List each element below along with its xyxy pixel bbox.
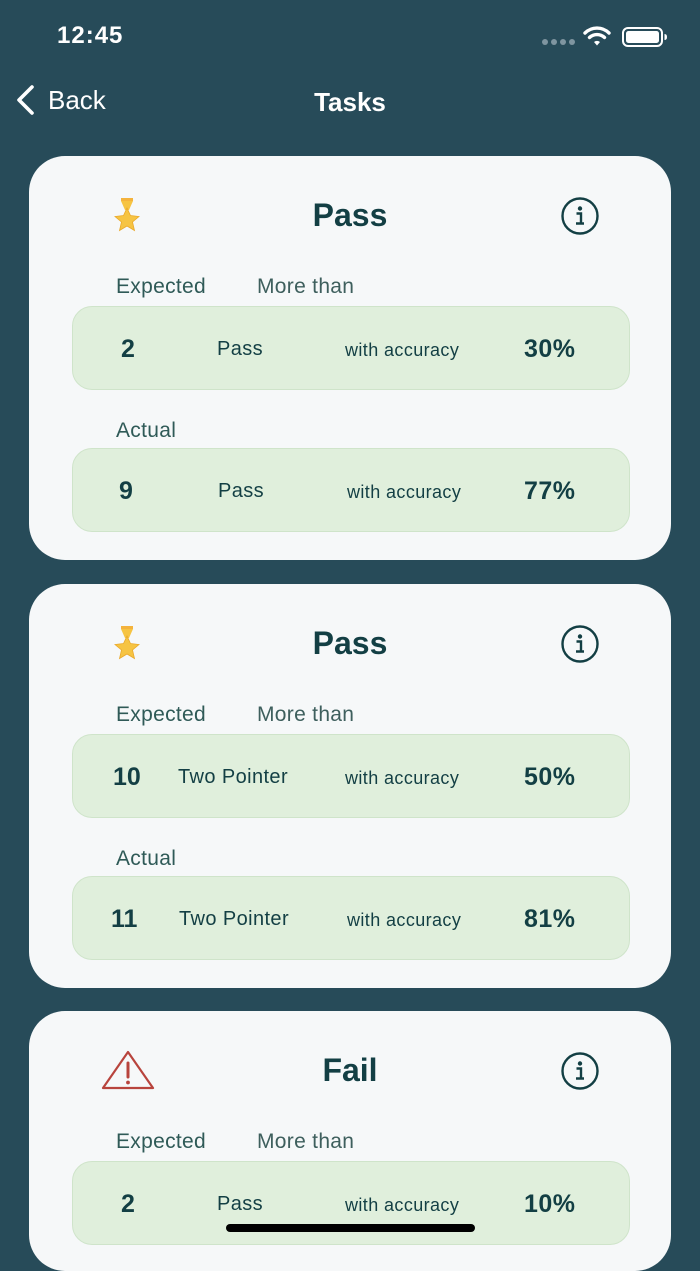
- expected-row: 10 Two Pointer with accuracy 50%: [72, 734, 630, 818]
- status-time: 12:45: [57, 22, 124, 49]
- expected-accuracy-label: with accuracy: [345, 340, 460, 360]
- wifi-icon: [583, 26, 611, 46]
- status-bar: 12:45: [0, 0, 700, 72]
- actual-row: 9 Pass with accuracy 77%: [72, 448, 630, 532]
- task-card: Pass Expected More than 2 Pass with accu…: [29, 156, 671, 560]
- actual-task: Pass: [218, 480, 265, 502]
- battery-icon: [622, 27, 667, 47]
- expected-count: 2: [121, 1190, 135, 1218]
- expected-count: 2: [121, 335, 135, 363]
- expected-label: Expected: [116, 703, 206, 726]
- actual-accuracy-label: with accuracy: [347, 482, 462, 502]
- expected-row: 2 Pass with accuracy 10%: [72, 1161, 630, 1245]
- expected-task: Two Pointer: [178, 766, 289, 788]
- actual-label: Actual: [116, 419, 177, 442]
- info-icon[interactable]: [560, 1051, 600, 1091]
- expected-row: 2 Pass with accuracy 30%: [72, 306, 630, 390]
- expected-label: Expected: [116, 275, 206, 298]
- expected-accuracy: 10%: [524, 1190, 576, 1218]
- expected-accuracy: 30%: [524, 335, 576, 363]
- actual-count: 11: [111, 905, 138, 933]
- expected-accuracy-label: with accuracy: [345, 768, 460, 788]
- info-icon[interactable]: [560, 624, 600, 664]
- actual-accuracy-label: with accuracy: [347, 910, 462, 930]
- cellular-signal-icon: [542, 39, 575, 45]
- expected-label: Expected: [116, 1130, 206, 1153]
- info-icon[interactable]: [560, 196, 600, 236]
- actual-count: 9: [119, 477, 133, 505]
- condition-label: More than: [257, 703, 355, 726]
- expected-count: 10: [113, 763, 141, 791]
- condition-label: More than: [257, 1130, 355, 1153]
- nav-bar: Back Tasks: [0, 72, 700, 132]
- actual-label: Actual: [116, 847, 177, 870]
- task-card: Pass Expected More than 10 Two Pointer w…: [29, 584, 671, 988]
- expected-task: Pass: [217, 1193, 264, 1215]
- expected-accuracy-label: with accuracy: [345, 1195, 460, 1215]
- actual-accuracy: 81%: [524, 905, 576, 933]
- expected-task: Pass: [217, 338, 264, 360]
- actual-accuracy: 77%: [524, 477, 576, 505]
- page-title: Tasks: [314, 87, 386, 117]
- actual-row: 11 Two Pointer with accuracy 81%: [72, 876, 630, 960]
- condition-label: More than: [257, 275, 355, 298]
- actual-task: Two Pointer: [179, 908, 290, 930]
- home-indicator[interactable]: [226, 1224, 475, 1232]
- task-card: Fail Expected More than 2 Pass with accu…: [29, 1011, 671, 1271]
- expected-accuracy: 50%: [524, 763, 576, 791]
